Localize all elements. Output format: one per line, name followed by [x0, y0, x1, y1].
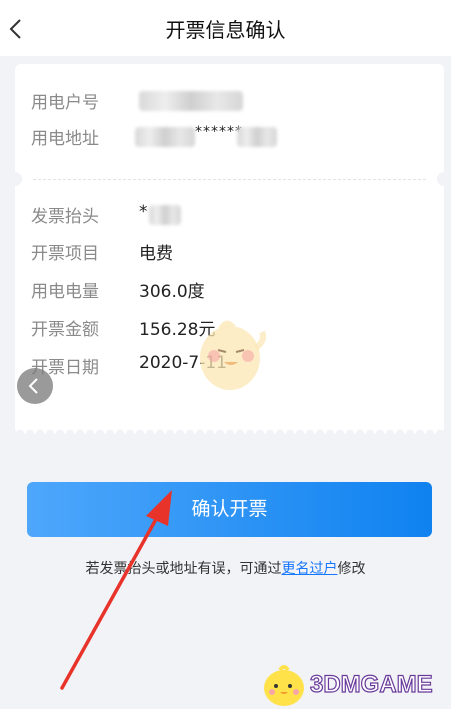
mascot-watermark-icon [200, 320, 266, 390]
hint-suffix: 修改 [337, 561, 366, 577]
account-number-label: 用电户号 [31, 93, 99, 113]
hint-prefix: 若发票抬头或地址有误，可通过 [85, 561, 282, 577]
invoice-title-row: 发票抬头 * [31, 202, 428, 228]
confirm-invoice-button[interactable]: 确认开票 [27, 482, 432, 537]
account-number-row: 用电户号 [31, 88, 428, 114]
usage-label: 用电电量 [31, 282, 99, 302]
ticket-notch-right [437, 172, 451, 186]
floating-back-button[interactable] [17, 368, 53, 404]
ticket-edge [15, 429, 444, 439]
account-number-redacted [139, 91, 243, 111]
transfer-name-link[interactable]: 更名过户 [282, 561, 338, 577]
hint-text: 若发票抬头或地址有误，可通过更名过户修改 [0, 558, 451, 578]
site-watermark: 3DMGAME [258, 662, 448, 708]
chevron-left-icon [28, 378, 38, 394]
ticket-notch-left [8, 172, 22, 186]
invoice-item-label: 开票项目 [31, 244, 99, 264]
dashed-divider [33, 179, 426, 180]
invoice-item-row: 开票项目 电费 [31, 239, 428, 265]
mascot-logo-icon [264, 665, 304, 706]
address-redacted-start [135, 127, 195, 147]
invoice-item-value: 电费 [139, 244, 173, 264]
address-masked-value: ****** [195, 124, 243, 140]
top-bar: 开票信息确认 [0, 0, 451, 56]
page-title: 开票信息确认 [165, 18, 286, 42]
address-label: 用电地址 [31, 129, 99, 149]
usage-row: 用电电量 306.0度 [31, 277, 428, 303]
address-row: 用电地址 ****** [31, 124, 428, 150]
invoice-title-redacted [149, 205, 181, 225]
amount-label: 开票金额 [31, 320, 99, 340]
usage-value: 306.0度 [139, 282, 205, 302]
invoice-title-label: 发票抬头 [31, 207, 99, 227]
invoice-title-value: * [139, 202, 148, 222]
address-redacted-end [237, 127, 277, 147]
watermark-text: 3DMGAME [309, 670, 433, 698]
